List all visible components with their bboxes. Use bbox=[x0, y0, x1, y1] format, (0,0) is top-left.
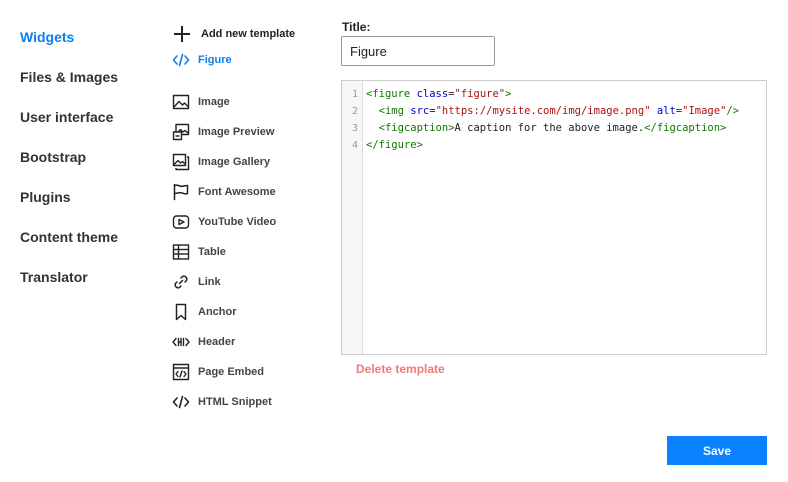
image-icon bbox=[172, 94, 190, 110]
code-token: src bbox=[410, 105, 430, 117]
code-line: <figure class="figure"> bbox=[366, 86, 766, 103]
add-template-label: Add new template bbox=[201, 28, 296, 40]
nav-item-bootstrap[interactable]: Bootstrap bbox=[20, 148, 150, 188]
link-icon bbox=[174, 275, 188, 289]
code-line: <figcaption>A caption for the above imag… bbox=[366, 120, 766, 137]
code-token: </figure> bbox=[366, 139, 423, 151]
code-token: <figcaption> bbox=[378, 122, 455, 134]
nav-item-translator[interactable]: Translator bbox=[20, 268, 150, 308]
code-token: "https://mysite.com/img/image.png" bbox=[435, 105, 651, 117]
code-token: /> bbox=[726, 105, 740, 117]
flag-icon bbox=[173, 183, 189, 201]
line-number: 3 bbox=[351, 123, 358, 134]
template-item-header[interactable]: Header bbox=[172, 327, 322, 357]
nav-item-plugins[interactable]: Plugins bbox=[20, 188, 150, 228]
plus-icon bbox=[172, 24, 192, 44]
template-item-figure[interactable]: Figure bbox=[172, 50, 322, 70]
template-label: Image Preview bbox=[198, 126, 275, 138]
code-lines[interactable]: <figure class="figure"> <img src="https:… bbox=[363, 81, 766, 354]
code-icon bbox=[172, 53, 190, 67]
image-preview-icon bbox=[172, 123, 190, 141]
code-token: <img bbox=[378, 105, 404, 117]
code-line: </figure> bbox=[366, 137, 766, 154]
template-label: Header bbox=[198, 336, 236, 348]
template-item-image-gallery[interactable]: Image Gallery bbox=[172, 147, 322, 177]
template-label: Image bbox=[198, 96, 230, 108]
template-item-table[interactable]: Table bbox=[172, 237, 322, 267]
header-icon bbox=[172, 337, 190, 347]
code-token: alt bbox=[656, 105, 676, 117]
code-token: class bbox=[416, 88, 449, 100]
code-token: "figure" bbox=[454, 88, 506, 100]
template-label: YouTube Video bbox=[198, 216, 277, 228]
line-number-gutter: 1 2 3 4 bbox=[342, 81, 363, 354]
template-label: Anchor bbox=[198, 306, 237, 318]
line-number: 1 bbox=[351, 89, 358, 100]
code-editor[interactable]: 1 2 3 4 <figure class="figure"> <img src… bbox=[341, 80, 767, 355]
code-icon bbox=[172, 395, 190, 409]
template-item-image[interactable]: Image bbox=[172, 87, 322, 117]
code-line: <img src="https://mysite.com/img/image.p… bbox=[366, 103, 766, 120]
template-label: Figure bbox=[198, 54, 232, 66]
delete-template-link[interactable]: Delete template bbox=[356, 362, 445, 376]
template-label: Font Awesome bbox=[198, 186, 276, 198]
template-label: Link bbox=[198, 276, 221, 288]
template-item-anchor[interactable]: Anchor bbox=[172, 297, 322, 327]
bookmark-icon bbox=[175, 303, 187, 321]
title-label: Title: bbox=[342, 20, 371, 34]
nav-item-user-interface[interactable]: User interface bbox=[20, 108, 150, 148]
image-gallery-icon bbox=[172, 153, 190, 171]
template-item-page-embed[interactable]: Page Embed bbox=[172, 357, 322, 387]
template-label: Image Gallery bbox=[198, 156, 271, 168]
code-token: A caption for the above image. bbox=[454, 122, 645, 134]
template-label: Table bbox=[198, 246, 226, 258]
nav-item-widgets[interactable]: Widgets bbox=[20, 28, 150, 68]
template-item-font-awesome[interactable]: Font Awesome bbox=[172, 177, 322, 207]
code-token: </figcaption> bbox=[644, 122, 727, 134]
line-number: 4 bbox=[351, 140, 358, 151]
code-token: <figure bbox=[366, 88, 411, 100]
template-label: HTML Snippet bbox=[198, 396, 272, 408]
save-button[interactable]: Save bbox=[667, 436, 767, 465]
code-token: > bbox=[505, 88, 512, 100]
template-label: Page Embed bbox=[198, 366, 265, 378]
template-item-link[interactable]: Link bbox=[172, 267, 322, 297]
play-icon bbox=[172, 215, 190, 229]
title-input[interactable] bbox=[341, 36, 495, 66]
table-icon bbox=[172, 244, 190, 260]
nav-item-content-theme[interactable]: Content theme bbox=[20, 228, 150, 268]
embed-icon bbox=[172, 363, 190, 381]
template-item-image-preview[interactable]: Image Preview bbox=[172, 117, 322, 147]
settings-nav: Widgets Files & Images User interface Bo… bbox=[20, 28, 150, 308]
template-item-html-snippet[interactable]: HTML Snippet bbox=[172, 387, 322, 417]
template-item-youtube-video[interactable]: YouTube Video bbox=[172, 207, 322, 237]
line-number: 2 bbox=[351, 106, 358, 117]
add-template-button[interactable]: Add new template bbox=[172, 24, 322, 44]
code-token: "Image" bbox=[682, 105, 727, 117]
template-list: Add new template Figure Image Image Prev… bbox=[172, 24, 322, 417]
nav-item-files-images[interactable]: Files & Images bbox=[20, 68, 150, 108]
